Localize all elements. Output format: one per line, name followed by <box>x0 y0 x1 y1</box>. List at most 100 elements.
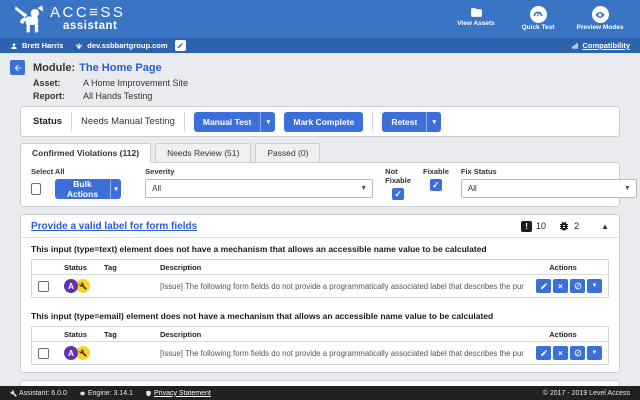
shield-icon <box>145 390 152 397</box>
asset-label: Asset: <box>33 78 83 88</box>
table-row: A [Issue] The following form fields do n… <box>32 275 608 297</box>
pencil-icon <box>177 42 184 49</box>
folder-open-icon <box>469 6 484 19</box>
gear-icon <box>79 390 86 397</box>
select-all-group: Select All Bulk Actions ▾ <box>31 167 121 200</box>
tab-passed[interactable]: Passed (0) <box>255 143 320 162</box>
remove-action-button[interactable]: × <box>553 346 568 360</box>
user-icon <box>10 42 18 50</box>
privacy-statement-link[interactable]: Privacy Statement <box>154 390 211 397</box>
more-actions-dropdown[interactable]: ▼ <box>587 346 602 360</box>
ban-icon <box>574 349 582 357</box>
violation-description: [Issue] The following form fields do not… <box>160 349 524 358</box>
tab-needs-review[interactable]: Needs Review (51) <box>155 143 251 162</box>
manual-test-button[interactable]: Manual Test <box>194 112 261 132</box>
row-checkbox[interactable] <box>38 348 49 359</box>
fixable-label: Fixable <box>423 167 449 176</box>
collapse-toggle[interactable]: ▲ <box>601 222 609 231</box>
preview-modes-button[interactable]: Preview Modes <box>574 6 626 32</box>
pencil-icon <box>540 349 548 357</box>
retest-dropdown[interactable]: ▾ <box>426 112 441 132</box>
gauge-icon <box>530 6 547 23</box>
wrench-icon <box>79 282 87 290</box>
module-header: Module: The Home Page <box>10 60 630 75</box>
current-user: Brett Harris <box>22 41 63 50</box>
violation-title-link[interactable]: Provide a valid label for form fields <box>31 221 197 232</box>
severity-value: All <box>152 184 161 193</box>
violation-badges: ! 10 2 ▲ <box>521 220 609 232</box>
module-name: The Home Page <box>79 62 162 74</box>
app-header: ACC≡SS assistant View Assets Quick Test … <box>0 0 640 38</box>
status-tag-badges: A <box>64 346 160 360</box>
fix-status-value: All <box>468 184 477 193</box>
row-checkbox[interactable] <box>38 281 49 292</box>
arrow-left-icon <box>13 63 23 73</box>
compatibility-label: Compatibility <box>582 41 630 50</box>
status-tag-badges: A <box>64 279 160 293</box>
not-fixable-label: Not Fixable <box>385 167 411 185</box>
edit-action-button[interactable] <box>536 346 551 360</box>
dog-logo-icon <box>14 4 44 34</box>
report-row: Report: All Hands Testing <box>33 91 640 101</box>
retest-button[interactable]: Retest <box>382 112 426 132</box>
issue-count-icon: ! <box>521 221 532 232</box>
assistant-version-text: Assistant: 6.0.0 <box>19 390 67 397</box>
fix-status-select[interactable]: All ▼ <box>461 179 637 198</box>
severity-label: Severity <box>145 167 373 176</box>
not-fixable-checkbox[interactable]: ✓ <box>392 188 404 200</box>
edit-action-button[interactable] <box>536 279 551 293</box>
instance-count: 2 <box>574 221 579 231</box>
chevron-down-icon: ▼ <box>624 185 631 192</box>
violation-description: [Issue] The following form fields do not… <box>160 282 524 291</box>
tag-badge <box>76 346 90 360</box>
brand-subname: assistant <box>63 21 125 33</box>
bulk-actions-button[interactable]: Bulk Actions <box>55 179 110 199</box>
remove-action-button[interactable]: × <box>553 279 568 293</box>
bug-icon <box>558 220 570 232</box>
asset-value: A Home Improvement Site <box>83 78 188 88</box>
quick-test-label: Quick Test <box>522 24 555 32</box>
col-description: Description <box>160 263 524 272</box>
divider <box>184 112 185 131</box>
ignore-action-button[interactable] <box>570 279 585 293</box>
engine-version: Engine: 3.14.1 <box>79 390 133 397</box>
view-assets-button[interactable]: View Assets <box>450 6 502 28</box>
tag-badge <box>76 279 90 293</box>
table-header: Status Tag Description Actions <box>32 327 608 342</box>
eye-icon <box>592 6 609 23</box>
manual-test-dropdown[interactable]: ▾ <box>260 112 275 132</box>
severity-group: Severity All ▼ <box>145 167 373 200</box>
report-label: Report: <box>33 91 83 101</box>
col-actions: Actions <box>524 263 602 272</box>
chevron-down-icon: ▼ <box>360 185 367 192</box>
edit-domain-button[interactable] <box>175 40 186 51</box>
bulk-actions-dropdown[interactable]: ▾ <box>110 179 121 199</box>
brand-name: ACC≡SS <box>50 5 125 20</box>
back-button[interactable] <box>10 60 25 75</box>
wrench-icon <box>79 349 87 357</box>
select-all-checkbox[interactable] <box>31 183 41 195</box>
main-content: Module: The Home Page Asset: A Home Impr… <box>0 53 640 386</box>
violation-card: Provide a valid label for form fields ! … <box>20 214 620 373</box>
compatibility-link[interactable]: Compatibility <box>571 41 630 50</box>
current-domain: dev.ssbbartgroup.com <box>87 41 167 50</box>
violation-table: Status Tag Description Actions A [Issue]… <box>31 326 609 365</box>
quick-test-button[interactable]: Quick Test <box>512 6 564 32</box>
app-logo: ACC≡SS assistant <box>14 4 125 34</box>
view-assets-label: View Assets <box>457 20 495 28</box>
module-label: Module: <box>33 62 75 74</box>
fix-status-group: Fix Status All ▼ <box>461 167 637 200</box>
violation-table: Status Tag Description Actions A [Issue]… <box>31 259 609 298</box>
mark-complete-button[interactable]: Mark Complete <box>284 112 363 132</box>
more-actions-dropdown[interactable]: ▼ <box>587 279 602 293</box>
assistant-version: Assistant: 6.0.0 <box>10 390 67 397</box>
engine-version-text: Engine: 3.14.1 <box>88 390 133 397</box>
severity-select[interactable]: All ▼ <box>145 179 373 198</box>
violation-group-heading: This input (type=email) element does not… <box>21 305 619 324</box>
status-label: Status <box>33 116 62 127</box>
status-badge: A <box>64 279 78 293</box>
tab-confirmed-violations[interactable]: Confirmed Violations (112) <box>20 143 151 163</box>
fixable-checkbox[interactable]: ✓ <box>430 179 442 191</box>
ignore-action-button[interactable] <box>570 346 585 360</box>
divider <box>71 112 72 131</box>
